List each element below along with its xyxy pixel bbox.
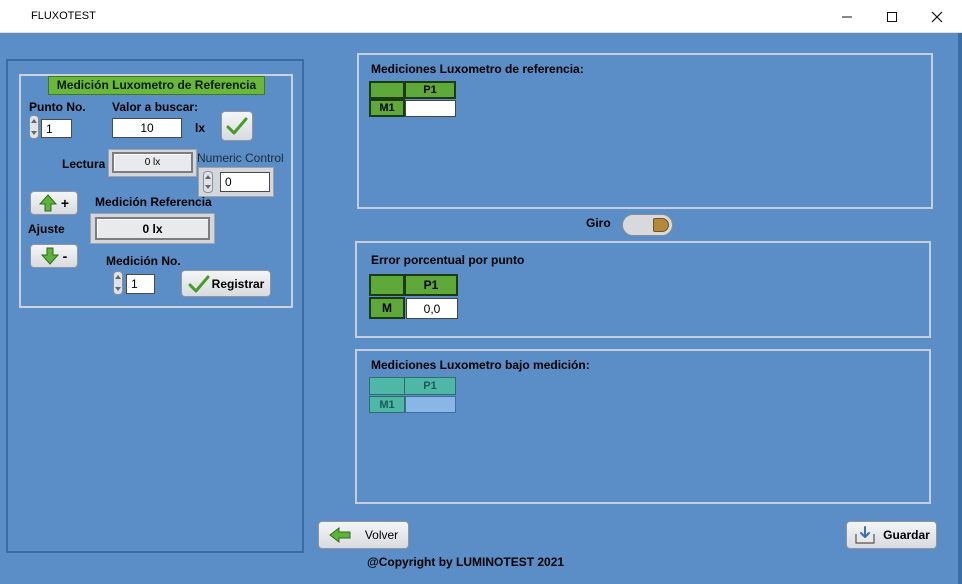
arrow-up-icon — [38, 194, 57, 212]
checkmark-icon — [188, 275, 210, 292]
arrow-down-icon — [40, 247, 59, 265]
numeric-control-spinner[interactable] — [203, 171, 213, 193]
error-table-corner — [369, 274, 405, 296]
medicion-no-spinner[interactable] — [113, 271, 123, 295]
maximize-icon — [887, 11, 897, 22]
medicion-no-input[interactable]: 1 — [126, 274, 155, 294]
confirm-value-button[interactable] — [221, 111, 253, 141]
reference-table-corner — [369, 81, 405, 99]
copyright-text: @Copyright by LUMINOTEST 2021 — [367, 555, 565, 569]
valor-input[interactable]: 10 — [112, 118, 182, 138]
guardar-button[interactable]: Guardar — [846, 521, 937, 549]
under-test-table-cell[interactable] — [405, 396, 456, 413]
punto-spinner[interactable] — [29, 115, 39, 139]
error-table-col: P1 — [404, 274, 458, 296]
minimize-icon — [842, 16, 852, 17]
checkmark-icon — [226, 117, 248, 135]
client-area: Medición Luxometro de Referencia Punto N… — [0, 33, 962, 584]
toggle-knob — [653, 218, 669, 232]
close-button[interactable] — [914, 0, 960, 33]
plus-label: + — [60, 195, 70, 211]
giro-label: Giro — [586, 216, 611, 230]
lectura-label: Lectura — [62, 157, 106, 171]
under-test-table-row: M1 — [369, 396, 405, 413]
guardar-label: Guardar — [883, 528, 930, 542]
window-title: FLUXOTEST — [31, 10, 96, 22]
close-icon — [931, 11, 943, 22]
plus-button[interactable]: + — [30, 191, 78, 215]
valor-unit: lx — [195, 121, 206, 135]
title-bar: FLUXOTEST — [0, 0, 962, 33]
under-test-title: Mediciones Luxometro bajo medición: — [371, 358, 590, 372]
ajuste-label: Ajuste — [28, 222, 65, 236]
punto-input[interactable]: 1 — [41, 119, 72, 138]
volver-button[interactable]: Volver — [318, 521, 409, 549]
medicion-ref-display: 0 lx — [95, 217, 210, 240]
registrar-button[interactable]: Registrar — [181, 270, 271, 297]
under-test-panel — [355, 349, 931, 504]
under-test-table-col: P1 — [404, 377, 456, 395]
window-edge — [958, 33, 962, 584]
giro-toggle[interactable] — [622, 214, 673, 236]
error-table-cell: 0,0 — [406, 298, 458, 319]
minus-button[interactable]: - — [30, 244, 78, 268]
under-test-table-corner — [369, 377, 405, 395]
save-tray-icon — [855, 526, 875, 544]
registrar-label: Registrar — [211, 276, 265, 291]
minus-label: - — [62, 248, 68, 264]
error-title: Error porcentual por punto — [371, 253, 525, 267]
error-table-row: M — [369, 297, 405, 319]
reference-table-col: P1 — [404, 81, 456, 99]
valor-label: Valor a buscar: — [112, 100, 199, 114]
arrow-left-icon — [328, 527, 351, 543]
maximize-button[interactable] — [869, 0, 915, 33]
medicion-no-label: Medición No. — [106, 254, 181, 268]
reference-title: Mediciones Luxometro de referencia: — [371, 62, 584, 76]
reference-table-row: M1 — [369, 99, 405, 117]
volver-label: Volver — [364, 528, 399, 542]
punto-label: Punto No. — [29, 100, 86, 114]
reference-table-cell[interactable] — [405, 100, 456, 117]
lectura-display: 0 lx — [112, 152, 193, 173]
medicion-ref-label: Medición Referencia — [95, 195, 212, 209]
reference-header: Medición Luxometro de Referencia — [48, 76, 265, 95]
reference-measurements-panel — [357, 53, 933, 209]
minimize-button[interactable] — [824, 0, 870, 33]
numeric-control-input[interactable]: 0 — [220, 172, 270, 192]
numeric-control-label: Numeric Control — [197, 151, 284, 165]
